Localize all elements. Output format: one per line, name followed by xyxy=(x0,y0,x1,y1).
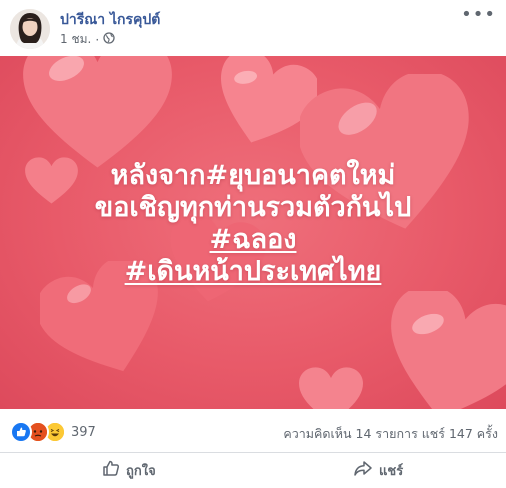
meta-separator: · xyxy=(95,32,100,47)
post-stats: 397 ความคิดเห็น 14 รายการ แชร์ 147 ครั้ง xyxy=(0,409,506,453)
thumbs-up-icon xyxy=(102,459,120,481)
post-header: ปารีณา ไกรคุปต์ 1 ชม. · ••• xyxy=(0,0,506,56)
post-meta: 1 ชม. · xyxy=(60,30,115,49)
like-button[interactable]: ถูกใจ xyxy=(102,459,156,481)
caption-line: หลังจาก#ยุบอนาคตใหม่ xyxy=(110,160,396,191)
post-time[interactable]: 1 ชม. xyxy=(60,30,91,49)
author-avatar[interactable] xyxy=(10,9,50,49)
reaction-count[interactable]: 397 xyxy=(71,425,96,440)
like-icon xyxy=(10,421,32,443)
caption-hashtag[interactable]: #ฉลอง xyxy=(0,224,506,256)
post-image[interactable]: หลังจาก#ยุบอนาคตใหม่ ขอเชิญทุกท่านรวมตัว… xyxy=(0,56,506,409)
caption-hashtag[interactable]: #เดินหน้าประเทศไทย xyxy=(0,256,506,288)
globe-icon[interactable] xyxy=(103,32,115,47)
like-label: ถูกใจ xyxy=(126,463,156,479)
reaction-summary[interactable]: 397 xyxy=(10,421,96,443)
heart-decoration xyxy=(391,291,506,409)
post-image-caption: หลังจาก#ยุบอนาคตใหม่ ขอเชิญทุกท่านรวมตัว… xyxy=(0,160,506,288)
caption-line: ขอเชิญทุกท่านรวมตัวกันไป xyxy=(94,192,412,223)
heart-decoration xyxy=(299,367,363,409)
comments-shares-count[interactable]: ความคิดเห็น 14 รายการ แชร์ 147 ครั้ง xyxy=(283,424,498,444)
share-label: แชร์ xyxy=(379,463,404,479)
post-actions: ถูกใจ แชร์ xyxy=(0,453,506,488)
more-options-icon[interactable]: ••• xyxy=(461,6,496,24)
share-button[interactable]: แชร์ xyxy=(353,459,403,481)
author-name[interactable]: ปารีณา ไกรคุปต์ xyxy=(60,9,160,31)
share-arrow-icon xyxy=(353,459,373,481)
